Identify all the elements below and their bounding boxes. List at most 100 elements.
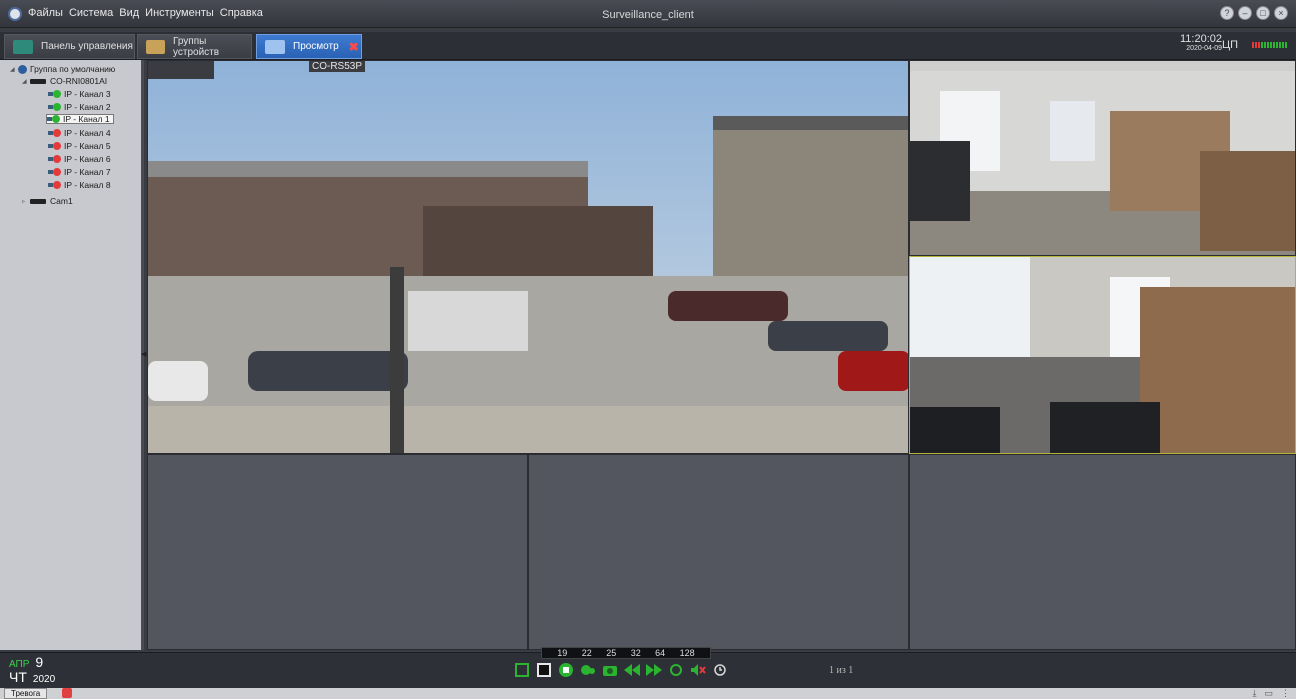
video-cell-office-2[interactable] — [909, 256, 1296, 454]
calendar-widget[interactable]: АПР 9 ЧТ 2020 — [9, 654, 56, 686]
tree-device-cam1[interactable]: ▹ Cam1 — [22, 196, 73, 206]
clock: 11:20:02 2020-04-09 — [1180, 34, 1222, 53]
tree-channel-label: IP - Канал 6 — [64, 154, 111, 164]
tree-channel[interactable]: IP - Канал 4 — [48, 128, 111, 138]
video-cell-empty-3[interactable] — [909, 454, 1296, 650]
dashboard-icon — [13, 39, 33, 54]
tree-channel[interactable]: IP - Канал 6 — [48, 154, 111, 164]
office-camera-feed-1 — [910, 61, 1295, 255]
video-cell-empty-1[interactable] — [147, 454, 528, 650]
camera-offline-icon — [48, 155, 62, 163]
clock-icon — [714, 664, 726, 676]
expand-arrow-icon[interactable]: ◢ — [10, 66, 18, 73]
tree-channel-label: IP - Канал 5 — [64, 141, 111, 151]
zoom-level-25[interactable]: 25 — [606, 648, 616, 658]
expand-arrow-icon[interactable]: ◢ — [22, 78, 30, 85]
calendar-day: 9 — [35, 654, 44, 670]
camera-offline-icon — [48, 129, 62, 137]
rewind-icon — [624, 664, 640, 676]
pin-icon[interactable]: ⤓ — [1253, 688, 1257, 699]
tree-channel[interactable]: IP - Канал 5 — [48, 141, 111, 151]
alarm-tab[interactable]: Тревога — [4, 688, 48, 699]
zoom-level-64[interactable]: 64 — [655, 648, 665, 658]
tree-channel[interactable]: IP - Канал 8 — [48, 180, 111, 190]
snapshot-button[interactable] — [602, 662, 618, 678]
group-icon — [18, 64, 27, 74]
tree-channel-label: IP - Канал 4 — [64, 128, 111, 138]
menu-view[interactable]: Вид — [119, 7, 139, 19]
help-button[interactable]: ? — [1220, 6, 1234, 20]
video-reel-icon — [581, 665, 595, 675]
tab-device-groups-label: Группы устройств — [172, 35, 220, 58]
timer-button[interactable] — [712, 662, 728, 678]
window-icon[interactable]: ▭ — [1264, 688, 1273, 699]
zoom-level-32[interactable]: 32 — [631, 648, 641, 658]
sidebar-collapse-handle[interactable]: ◀ — [141, 350, 146, 360]
tree-channel-selected[interactable]: IP - Канал 1 — [46, 114, 114, 124]
fast-forward-icon — [646, 664, 662, 676]
tree-device-label: Cam1 — [50, 196, 73, 206]
fast-forward-button[interactable] — [646, 662, 662, 678]
cpu-label: ЦП — [1221, 39, 1238, 51]
tab-dashboard-label: Панель управления — [41, 41, 133, 52]
tab-dashboard[interactable]: Панель управления — [4, 34, 135, 59]
menu-tools[interactable]: Инструменты — [145, 7, 214, 19]
overlay-blank-box — [148, 61, 214, 79]
fullscreen-icon — [515, 663, 529, 677]
collapsed-arrow-icon[interactable]: ▹ — [22, 198, 30, 205]
more-icon[interactable]: ⋮ — [1281, 688, 1290, 699]
device-group-icon — [146, 39, 165, 54]
cpu-usage-meter — [1252, 42, 1287, 48]
zoom-level-19[interactable]: 19 — [557, 648, 567, 658]
zoom-level-128[interactable]: 128 — [680, 648, 695, 658]
refresh-icon — [670, 664, 682, 676]
status-bar — [0, 688, 1296, 699]
close-button[interactable]: × — [1274, 6, 1288, 20]
tree-device-label: CO-RNI0801AI — [50, 76, 108, 86]
menu-help[interactable]: Справка — [220, 7, 263, 19]
status-tray: ⤓ ▭ ⋮ — [1253, 688, 1291, 699]
rewind-button[interactable] — [624, 662, 640, 678]
window-controls: ? – □ × — [1220, 6, 1288, 20]
single-layout-icon — [537, 663, 551, 677]
menu-files[interactable]: Файлы — [28, 7, 63, 19]
record-button[interactable] — [580, 662, 596, 678]
tree-channel[interactable]: IP - Канал 3 — [48, 89, 111, 99]
video-cell-main[interactable]: CO-RS53P — [147, 60, 909, 454]
alarm-icon[interactable] — [62, 688, 72, 698]
tree-channel-label: IP - Канал 1 — [63, 114, 110, 124]
minimize-button[interactable]: – — [1238, 6, 1252, 20]
camera-name-label: CO-RS53P — [309, 61, 366, 72]
tree-group-default[interactable]: ◢ Группа по умолчанию — [10, 64, 115, 74]
camera-online-icon — [48, 103, 62, 111]
video-cell-empty-2[interactable] — [528, 454, 909, 650]
tab-preview-label: Просмотр — [293, 41, 339, 52]
mute-button[interactable] — [690, 662, 706, 678]
tab-device-groups[interactable]: Группы устройств — [137, 34, 252, 59]
camera-online-icon — [48, 90, 62, 98]
video-cell-office-1[interactable] — [909, 60, 1296, 256]
menu-system[interactable]: Система — [69, 7, 113, 19]
tree-group-label: Группа по умолчанию — [30, 64, 116, 74]
tree-device-nvr[interactable]: ◢ CO-RNI0801AI — [22, 76, 107, 86]
fullscreen-button[interactable] — [514, 662, 530, 678]
layout-button[interactable] — [536, 662, 552, 678]
tree-channel[interactable]: IP - Канал 2 — [48, 102, 111, 112]
app-logo-icon[interactable] — [8, 7, 22, 21]
tab-close-icon[interactable]: ✖ — [349, 40, 359, 54]
zoom-level-22[interactable]: 22 — [582, 648, 592, 658]
nvr-device-icon — [30, 78, 46, 84]
tree-channel-label: IP - Канал 3 — [64, 89, 111, 99]
tree-channel[interactable]: IP - Канал 7 — [48, 167, 111, 177]
video-grid: CO-RS53P — [147, 60, 1296, 650]
calendar-year: 2020 — [32, 674, 56, 685]
tree-channel-label: IP - Канал 7 — [64, 167, 111, 177]
refresh-button[interactable] — [668, 662, 684, 678]
tab-preview[interactable]: Просмотр ✖ — [256, 34, 362, 59]
maximize-button[interactable]: □ — [1256, 6, 1270, 20]
stop-all-button[interactable] — [558, 662, 574, 678]
playback-controls — [514, 660, 728, 680]
tab-bar: Панель управления Группы устройств Просм… — [0, 32, 1296, 60]
monitor-icon — [265, 39, 285, 54]
camera-device-icon — [30, 198, 46, 204]
